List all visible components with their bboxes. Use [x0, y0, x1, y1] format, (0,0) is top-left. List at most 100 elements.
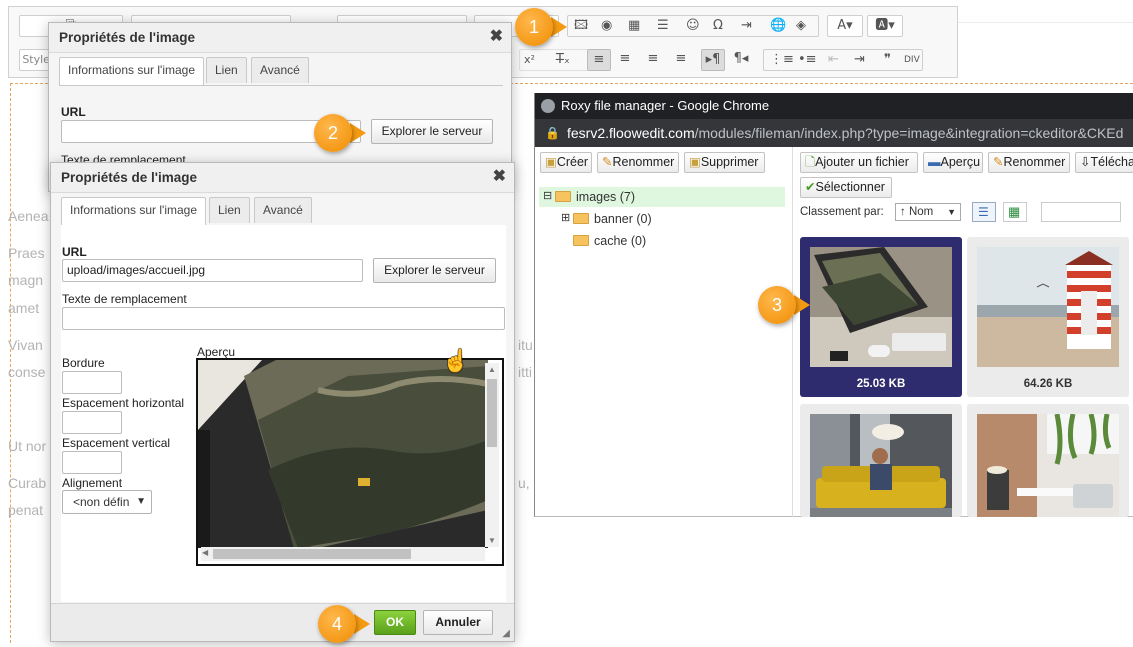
image-preview[interactable]: ▲ ▼ ◀ [196, 358, 504, 566]
bulleted-list-icon[interactable]: •≡ [798, 50, 817, 70]
grid-view-button[interactable]: ▦ [1003, 202, 1027, 222]
upload-file-button[interactable]: 🗋Ajouter un fichier [800, 152, 918, 173]
url-field[interactable]: upload/images/accueil.jpg [62, 259, 363, 282]
browse-server-button[interactable]: Explorer le serveur [373, 258, 496, 283]
scroll-down-icon[interactable]: ▼ [488, 536, 496, 545]
create-folder-button[interactable]: ▣Créer [540, 152, 592, 173]
align-center-button[interactable]: ≡ [613, 49, 637, 71]
blockquote-icon[interactable]: ❞ [884, 50, 891, 70]
list-view-icon: ☰ [978, 205, 989, 219]
justify-button[interactable]: ≡ [669, 49, 693, 71]
file-add-icon: 🗋 [805, 155, 816, 169]
folder-row[interactable]: cache (0) [573, 231, 783, 251]
superscript-icon[interactable]: x² [524, 50, 535, 70]
rename-folder-button[interactable]: ✎Renommer [597, 152, 679, 173]
tab-advanced[interactable]: Avancé [254, 197, 312, 223]
thumbnail-card[interactable]: 64.26 KB [967, 237, 1129, 397]
iframe-icon[interactable]: 🌐 [770, 16, 786, 36]
browse-server-button[interactable]: Explorer le serveur [371, 119, 493, 144]
chrome-icon [541, 99, 555, 113]
select-file-button[interactable]: ✔Sélectionner [800, 177, 892, 198]
beach-hut-thumbnail-image [977, 247, 1119, 367]
list-group: ⋮≡ •≡ ⇤ ⇥ ❞ DIV [763, 49, 923, 71]
vertical-scrollbar[interactable]: ▲ ▼ [485, 363, 499, 547]
collapse-icon[interactable]: ⊟ [543, 189, 552, 202]
pencil-icon: ✎ [602, 155, 613, 169]
preview-button[interactable]: ▬Aperçu [923, 152, 983, 173]
bg-text-line: Aenea [8, 208, 49, 224]
tab-image-info[interactable]: Informations sur l'image [59, 57, 205, 85]
lock-icon: 🔒 [545, 126, 560, 140]
align-label: Alignement [62, 476, 123, 490]
address-bar[interactable]: 🔒 fesrv2.floowedit.com/modules/fileman/i… [535, 119, 1133, 147]
cancel-button[interactable]: Annuler [423, 610, 493, 635]
scroll-thumb[interactable] [487, 379, 497, 447]
align-left-button[interactable]: ≡ [587, 49, 611, 71]
vspace-field[interactable] [62, 451, 122, 474]
list-view-button[interactable]: ☰ [972, 202, 996, 222]
div-icon[interactable]: DIV [904, 50, 920, 70]
align-select[interactable]: <non défin ▼ [62, 490, 152, 514]
expand-icon[interactable]: ⊞ [561, 211, 570, 224]
flash-icon[interactable]: ◉ [601, 16, 612, 36]
callout-pointer [350, 123, 366, 143]
bg-text-line: Curab [8, 475, 47, 491]
close-icon[interactable]: ✖ [493, 169, 506, 185]
indent-icon[interactable]: ⇥ [854, 50, 865, 70]
resize-handle-icon[interactable]: ◢ [502, 628, 510, 639]
url-label: URL [62, 245, 87, 259]
horizontal-scrollbar[interactable]: ◀ [201, 547, 485, 561]
download-button[interactable]: ⇩Télécha [1075, 152, 1133, 173]
bg-text-line: magn [8, 272, 44, 288]
alt-text-label: Texte de remplacement [62, 292, 187, 306]
delete-folder-button[interactable]: ▣Supprimer [684, 152, 765, 173]
special-char-icon[interactable]: Ω [713, 16, 723, 36]
preview-label: Aperçu [197, 345, 236, 359]
scroll-up-icon[interactable]: ▲ [488, 365, 496, 374]
border-label: Bordure [62, 356, 105, 370]
rtl-button[interactable]: ¶◂ [729, 49, 753, 71]
hspace-field[interactable] [62, 411, 122, 434]
ok-button[interactable]: OK [374, 610, 416, 635]
callout-1: 1 [515, 8, 553, 46]
align-center-icon: ≡ [619, 51, 631, 66]
outdent-icon[interactable]: ⇤ [828, 50, 839, 70]
smiley-icon[interactable]: ☺ [686, 16, 700, 36]
numbered-list-icon[interactable]: ⋮≡ [770, 50, 794, 70]
table-icon[interactable]: ▦ [628, 16, 640, 36]
remove-format-icon[interactable]: T̶ₓ [556, 50, 570, 70]
tab-image-info[interactable]: Informations sur l'image [61, 197, 207, 225]
horizontal-rule-icon[interactable]: ☰ [657, 16, 669, 36]
folder-row[interactable]: ⊞ banner (0) [561, 209, 781, 229]
rename-file-button[interactable]: ✎Renommer [988, 152, 1070, 173]
folder-pane: ▣Créer ✎Renommer ▣Supprimer ⊟ images (7)… [535, 147, 793, 517]
tab-link[interactable]: Lien [209, 197, 250, 223]
bg-text-line: conse [8, 364, 46, 380]
bg-color-button[interactable]: 🅰▾ [867, 15, 903, 37]
align-right-button[interactable]: ≡ [641, 49, 665, 71]
search-input[interactable] [1041, 202, 1121, 222]
thumbnail-card[interactable] [967, 404, 1129, 517]
sort-select[interactable]: ↑ Nom ▼ [895, 203, 961, 221]
callout-3: 3 [758, 286, 796, 324]
tab-advanced[interactable]: Avancé [251, 57, 309, 83]
templates-icon[interactable]: ◈ [796, 16, 806, 36]
dialog-footer: OK Annuler ◢ [51, 603, 514, 641]
tab-link[interactable]: Lien [206, 57, 247, 83]
image-icon[interactable]: 🖾 [574, 16, 588, 36]
border-field[interactable] [62, 371, 122, 394]
scroll-thumb[interactable] [213, 549, 411, 559]
ltr-button[interactable]: ▸¶ [701, 49, 725, 71]
alt-text-field[interactable] [62, 307, 505, 330]
chevron-down-icon: ▼ [947, 207, 956, 217]
folder-row-selected[interactable]: ⊟ images (7) [539, 187, 785, 207]
page-break-icon[interactable]: ⇥ [741, 16, 752, 36]
scroll-left-icon[interactable]: ◀ [202, 548, 208, 557]
text-color-button[interactable]: A▾ [827, 15, 863, 37]
close-icon[interactable]: ✖ [490, 29, 503, 45]
thumbnail-card[interactable] [800, 404, 962, 517]
checkmark-icon: ✔ [805, 180, 816, 194]
url-label: URL [61, 105, 86, 119]
thumbnail-card-selected[interactable]: 25.03 KB [800, 237, 962, 397]
download-icon: ⇩ [1080, 155, 1091, 169]
